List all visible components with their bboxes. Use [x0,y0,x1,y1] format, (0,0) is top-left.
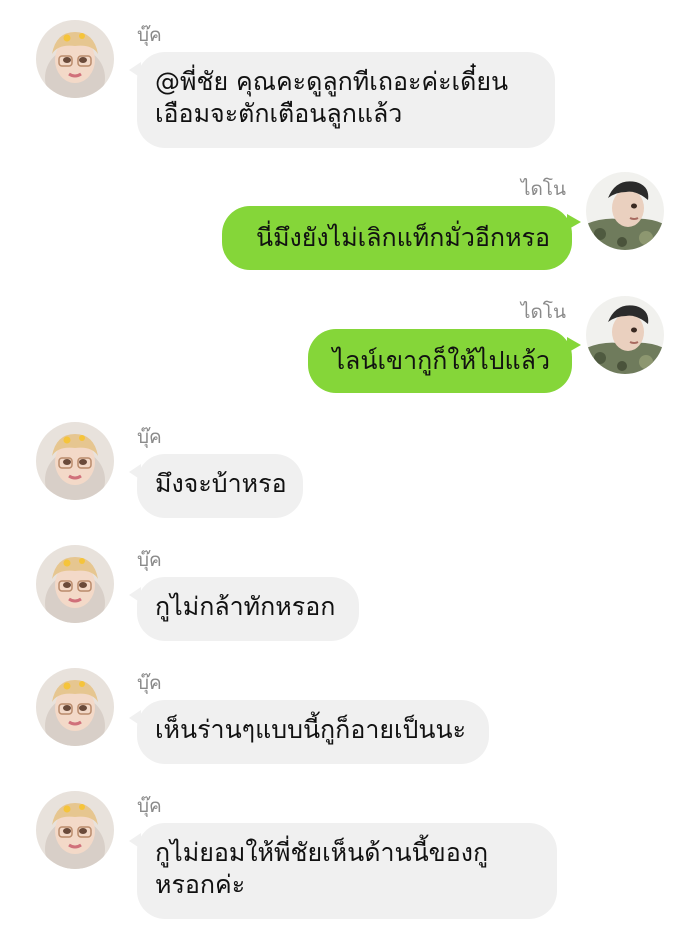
sender-name: บุ๊ค [137,549,162,571]
user-avatar-icon[interactable] [36,791,114,869]
sender-name: ไดโน [520,301,566,323]
message-text: @พี่ชัย คุณคะดูลูกทีเถอะค่ะเดี๋ยน [155,67,509,96]
message-text: นี่มึงยังไม่เลิกแท็กมั่วอีกหรอ [255,223,550,252]
user-avatar-icon[interactable] [36,668,114,746]
user-avatar-icon[interactable] [36,20,114,98]
sender-name: บุ๊ค [137,795,162,817]
message-bubble[interactable]: เห็นร่านๆแบบนี้กูก็อายเป็นนะ [129,700,489,764]
message-bubble[interactable]: ไลน์เขากูก็ให้ไปแล้ว [308,329,581,393]
user-avatar-icon[interactable] [36,422,114,500]
user-avatar-icon[interactable] [586,172,664,250]
message-bubble[interactable]: มึงจะบ้าหรอ [129,454,303,518]
message-text: ไลน์เขากูก็ให้ไปแล้ว [332,346,550,375]
sender-name: บุ๊ค [137,672,162,694]
user-avatar-icon[interactable] [36,545,114,623]
message-bubble[interactable]: กูไม่กล้าทักหรอก [129,577,359,641]
message-text: หรอกค่ะ [155,870,246,899]
sender-name: ไดโน [520,178,566,200]
user-avatar-icon[interactable] [586,296,664,374]
message-text: เห็นร่านๆแบบนี้กูก็อายเป็นนะ [155,715,467,744]
message-bubble[interactable]: นี่มึงยังไม่เลิกแท็กมั่วอีกหรอ [222,206,581,270]
sender-name: บุ๊ค [137,426,162,448]
message-text: มึงจะบ้าหรอ [155,469,287,498]
message-bubble[interactable]: กูไม่ยอมให้พี่ชัยเห็นด้านนี้ของกู หรอกค่… [129,823,557,919]
message-bubble[interactable]: @พี่ชัย คุณคะดูลูกทีเถอะค่ะเดี๋ยน เอือมจ… [129,52,555,148]
message-text: เอือมจะตักเตือนลูกแล้ว [155,99,403,128]
sender-name: บุ๊ค [137,24,162,46]
message-text: กูไม่กล้าทักหรอก [155,592,336,621]
message-text: กูไม่ยอมให้พี่ชัยเห็นด้านนี้ของกู [155,838,489,867]
